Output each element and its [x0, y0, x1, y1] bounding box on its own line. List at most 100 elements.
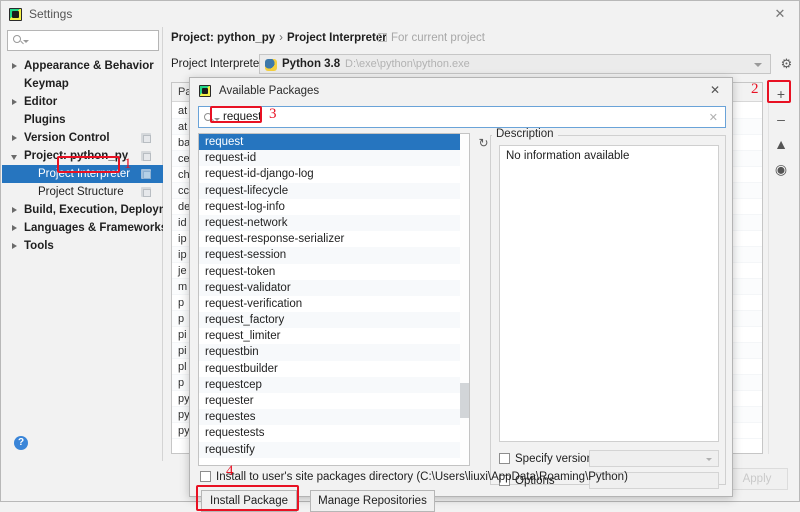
sidebar-item-label: Tools: [24, 240, 54, 252]
copy-settings-icon[interactable]: [141, 169, 151, 179]
packages-toolbar: + – ▲ ◉: [768, 82, 792, 454]
sidebar-item-label: Languages & Frameworks: [24, 222, 168, 234]
chevron-down-icon[interactable]: [11, 155, 17, 160]
project-scope-icon: [378, 33, 387, 42]
description-text: No information available: [506, 150, 630, 162]
description-content: No information available: [499, 145, 719, 442]
chevron-right-icon[interactable]: [12, 225, 17, 231]
sidebar-item-label: Project: python_py: [24, 150, 129, 162]
list-item[interactable]: requestbuilder: [199, 361, 469, 377]
add-package-button[interactable]: +: [769, 82, 793, 107]
install-to-user-site-checkbox[interactable]: Install to user's site packages director…: [200, 470, 628, 485]
sidebar-item-label: Keymap: [24, 78, 69, 90]
pycharm-icon: [9, 7, 22, 21]
manage-repositories-button[interactable]: Manage Repositories: [310, 490, 435, 512]
chevron-down-icon: [754, 63, 762, 67]
dialog-titlebar: Available Packages ✕: [190, 78, 732, 103]
chevron-right-icon[interactable]: [12, 207, 17, 213]
list-item[interactable]: request-lifecycle: [199, 182, 469, 199]
install-to-user-site-label: Install to user's site packages director…: [216, 471, 628, 483]
sidebar-item-languages-frameworks[interactable]: Languages & Frameworks: [2, 219, 167, 237]
annotation-number-1: 1: [124, 156, 132, 172]
settings-tree: Appearance & Behavior Keymap Editor Plugins…: [2, 57, 186, 255]
apply-button[interactable]: Apply: [726, 468, 788, 490]
list-item[interactable]: request-session: [199, 247, 469, 264]
sidebar-item-label: Version Control: [24, 132, 110, 144]
sidebar-item-keymap[interactable]: Keymap: [2, 75, 163, 93]
help-icon[interactable]: ?: [14, 436, 28, 450]
sidebar-item-label: Plugins: [24, 114, 66, 126]
version-dropdown[interactable]: [589, 450, 719, 467]
copy-settings-icon[interactable]: [141, 151, 151, 161]
sidebar-item-version-control[interactable]: Version Control: [2, 129, 163, 147]
copy-settings-icon[interactable]: [141, 187, 151, 197]
install-package-label: Install Package: [210, 495, 288, 507]
sidebar-search-input[interactable]: [7, 30, 159, 51]
sidebar-item-label: Project Interpreter: [38, 168, 131, 180]
install-package-button[interactable]: Install Package: [201, 490, 297, 512]
sidebar-item-editor[interactable]: Editor: [2, 93, 163, 111]
list-item[interactable]: requestcep: [199, 376, 469, 393]
list-item[interactable]: requestes: [199, 409, 469, 426]
sidebar-item-appearance-behavior[interactable]: Appearance & Behavior: [2, 57, 163, 75]
sidebar-item-label: Editor: [24, 96, 58, 108]
annotation-number-4: 4: [226, 463, 234, 479]
available-packages-list[interactable]: request request-id request-id-django-log re…: [198, 133, 470, 466]
upgrade-package-button[interactable]: ▲: [769, 132, 793, 157]
annotation-number-3: 3: [269, 106, 277, 122]
for-current-project-label: For current project: [378, 32, 485, 44]
list-item[interactable]: request-verification: [199, 296, 469, 312]
available-packages-dialog: Available Packages ✕ request ✕ request re…: [189, 77, 733, 512]
list-item[interactable]: request-id-django-log: [199, 166, 469, 182]
clear-icon[interactable]: ✕: [709, 111, 718, 124]
manage-repositories-label: Manage Repositories: [318, 495, 427, 507]
sidebar-item-plugins[interactable]: Plugins: [2, 111, 163, 129]
list-item[interactable]: request-log-info: [199, 199, 469, 215]
python-icon: [265, 59, 277, 71]
for-current-project-text: For current project: [391, 32, 485, 44]
sidebar-item-project-structure[interactable]: Project Structure: [2, 183, 163, 201]
breadcrumb-root[interactable]: Project: python_py: [171, 32, 275, 44]
breadcrumb-separator: ›: [279, 32, 283, 44]
list-item[interactable]: request-id: [199, 150, 469, 167]
search-icon: [204, 113, 212, 121]
chevron-right-icon[interactable]: [12, 99, 17, 105]
interpreter-dropdown[interactable]: Python 3.8 D:\exe\python\python.exe: [259, 54, 771, 74]
chevron-right-icon[interactable]: [12, 63, 17, 69]
list-item[interactable]: request-response-serializer: [199, 231, 469, 247]
chevron-down-icon: [706, 458, 712, 461]
chevron-right-icon[interactable]: [12, 243, 17, 249]
chevron-right-icon[interactable]: [12, 135, 17, 141]
sidebar-item-label: Project Structure: [38, 186, 124, 198]
list-item[interactable]: request-validator: [199, 279, 469, 296]
sidebar-item-build-execution-deployment[interactable]: Build, Execution, Deployment: [2, 201, 186, 219]
breadcrumb-leaf: Project Interpreter: [287, 32, 387, 44]
list-item[interactable]: request_factory: [199, 312, 469, 329]
list-item[interactable]: requestbin: [199, 344, 469, 361]
dialog-search-value: request: [223, 111, 262, 123]
close-icon[interactable]: ✕: [707, 82, 723, 98]
sidebar-item-project-python-py[interactable]: Project: python_py: [2, 147, 163, 165]
list-item[interactable]: request-network: [199, 214, 469, 232]
list-item[interactable]: request-token: [199, 264, 469, 280]
list-item[interactable]: requester: [199, 393, 469, 409]
specify-version-checkbox[interactable]: Specify version: [499, 452, 593, 467]
list-item[interactable]: requestests: [199, 425, 469, 441]
list-item[interactable]: request: [199, 134, 469, 151]
list-item[interactable]: requestify: [199, 441, 469, 458]
window-title: Settings: [29, 7, 73, 21]
chevron-down-icon: [214, 118, 220, 121]
gear-icon[interactable]: ⚙: [776, 53, 797, 74]
dialog-search-input[interactable]: request ✕: [198, 106, 726, 128]
remove-package-button[interactable]: –: [769, 107, 793, 132]
packages-scrollbar-thumb[interactable]: [460, 383, 469, 418]
sidebar-item-tools[interactable]: Tools: [2, 237, 163, 255]
sidebar-item-project-interpreter[interactable]: Project Interpreter: [2, 165, 163, 183]
copy-settings-icon[interactable]: [141, 133, 151, 143]
show-early-releases-button[interactable]: ◉: [769, 157, 793, 182]
list-item[interactable]: request_limiter: [199, 328, 469, 344]
interpreter-path: D:\exe\python\python.exe: [345, 58, 470, 70]
breadcrumb: Project: python_py › Project Interpreter: [171, 32, 387, 44]
close-icon[interactable]: ✕: [771, 5, 789, 23]
dialog-title: Available Packages: [219, 84, 320, 97]
